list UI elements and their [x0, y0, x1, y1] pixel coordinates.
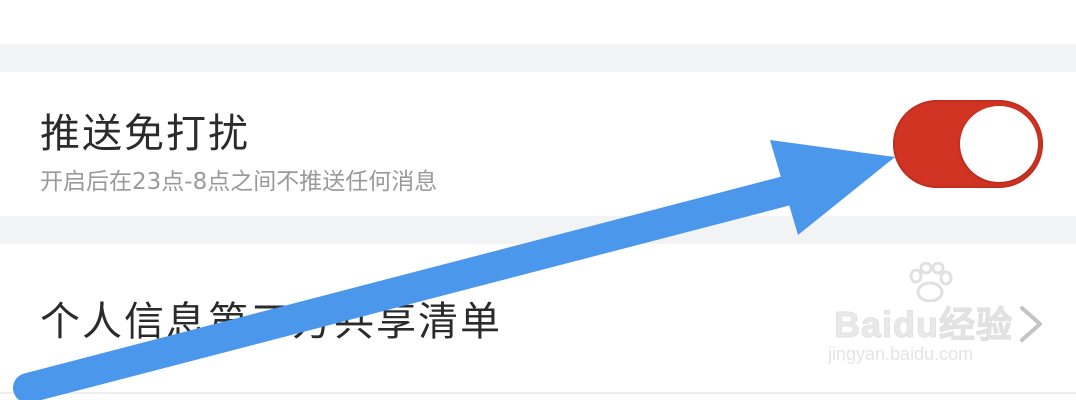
section-divider — [0, 44, 1076, 72]
settings-screen: 推送免打扰 开启后在23点-8点之间不推送任何消息 个人信息第三方共享清单 Ba… — [0, 0, 1076, 400]
section-divider — [0, 216, 1076, 244]
row-divider — [0, 392, 1076, 394]
third-party-share-list-label: 个人信息第三方共享清单 — [40, 299, 502, 345]
top-section — [0, 0, 1076, 44]
do-not-disturb-title: 推送免打扰 — [40, 111, 250, 157]
watermark-url: jingyan.baidu.com — [828, 344, 974, 364]
baidu-jingyan-watermark: Baidu经验 jingyan.baidu.com — [820, 262, 1060, 382]
do-not-disturb-toggle[interactable] — [893, 100, 1043, 188]
watermark-logo-text: Baidu经验 — [833, 304, 1014, 346]
do-not-disturb-row: 推送免打扰 开启后在23点-8点之间不推送任何消息 — [0, 72, 1076, 216]
do-not-disturb-description: 开启后在23点-8点之间不推送任何消息 — [40, 169, 438, 195]
toggle-knob — [960, 106, 1038, 182]
